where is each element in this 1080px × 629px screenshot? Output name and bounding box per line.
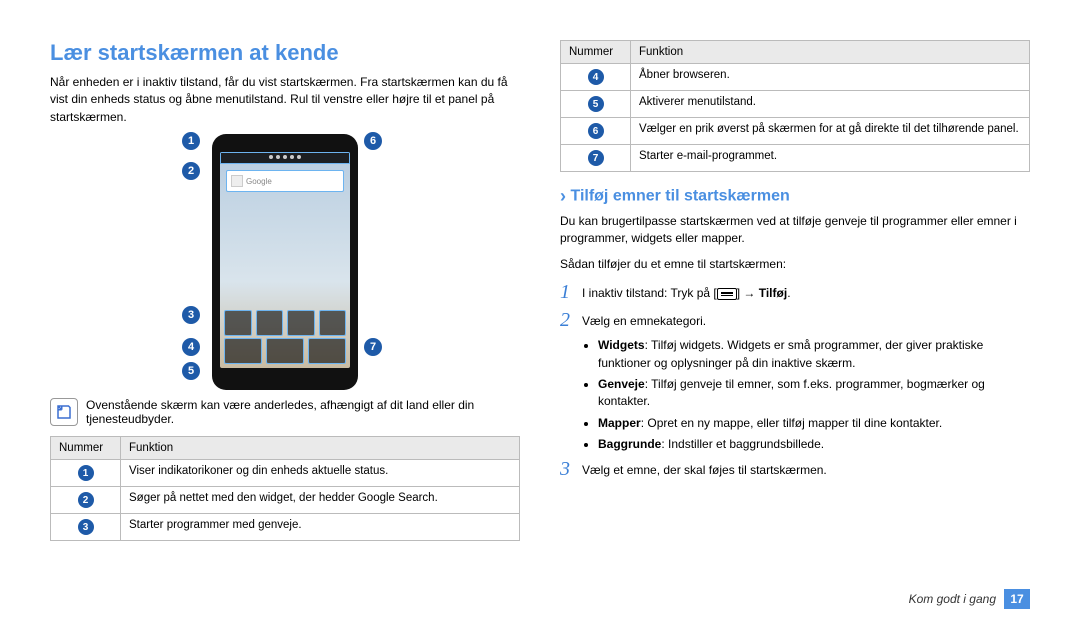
row-number: 7 bbox=[588, 150, 604, 166]
callout-3: 3 bbox=[182, 306, 200, 324]
app-icon bbox=[256, 310, 284, 336]
apps-menu-icon bbox=[266, 338, 304, 364]
step-number-2: 2 bbox=[560, 309, 576, 332]
phone-screen: Google bbox=[220, 152, 350, 368]
step-2: 2 Vælg en emnekategori. bbox=[560, 309, 1030, 333]
subheading: › Tilføj emner til startskærmen bbox=[560, 186, 1030, 207]
step-1-text-b: ] → bbox=[737, 286, 759, 300]
chevron-icon: › bbox=[560, 186, 566, 206]
note: Ovenstående skærm kan være anderledes, a… bbox=[50, 398, 520, 426]
callout-6: 6 bbox=[364, 132, 382, 150]
app-icon bbox=[287, 310, 315, 336]
browser-icon bbox=[224, 338, 262, 364]
row-text: Vælger en prik øverst på skærmen for at … bbox=[631, 118, 1030, 145]
footer-text: Kom godt i gang bbox=[909, 592, 996, 606]
th-number: Nummer bbox=[561, 41, 631, 64]
search-placeholder: Google bbox=[246, 177, 272, 186]
row-text: Aktiverer menutilstand. bbox=[631, 91, 1030, 118]
function-table-left: Nummer Funktion 1 Viser indikatorikoner … bbox=[50, 436, 520, 541]
step-3-text: Vælg et emne, der skal føjes til startsk… bbox=[582, 461, 827, 479]
shortcut-row-1 bbox=[224, 310, 346, 336]
row-number: 6 bbox=[588, 123, 604, 139]
row-number: 3 bbox=[78, 519, 94, 535]
sub-lead: Sådan tilføjer du et emne til startskærm… bbox=[560, 256, 1030, 273]
step-3: 3 Vælg et emne, der skal føjes til start… bbox=[560, 458, 1030, 482]
step-1: 1 I inaktiv tilstand: Tryk på [ ] → Tilfø… bbox=[560, 281, 1030, 305]
row-number: 2 bbox=[78, 492, 94, 508]
note-icon bbox=[50, 398, 78, 426]
note-text: Ovenstående skærm kan være anderledes, a… bbox=[86, 398, 520, 426]
phone-illustration: 1 6 2 3 4 7 5 Google bbox=[50, 134, 520, 390]
step-2-text: Vælg en emnekategori. bbox=[582, 312, 706, 330]
row-text: Viser indikatorikoner og din enheds aktu… bbox=[121, 460, 520, 487]
page-number: 17 bbox=[1004, 589, 1030, 609]
page-footer: Kom godt i gang 17 bbox=[909, 589, 1030, 609]
app-icon bbox=[224, 310, 252, 336]
row-number: 1 bbox=[78, 465, 94, 481]
row-text: Starter e-mail-programmet. bbox=[631, 145, 1030, 172]
th-number: Nummer bbox=[51, 437, 121, 460]
sub-intro: Du kan brugertilpasse startskærmen ved a… bbox=[560, 213, 1030, 248]
intro-text: Når enheden er i inaktiv tilstand, får d… bbox=[50, 74, 520, 126]
callout-4: 4 bbox=[182, 338, 200, 356]
th-function: Funktion bbox=[121, 437, 520, 460]
step-1-bold: Tilføj bbox=[759, 286, 787, 300]
function-table-right: Nummer Funktion 4 Åbner browseren. 5 Akt… bbox=[560, 40, 1030, 172]
step-number-1: 1 bbox=[560, 281, 576, 304]
list-item: Baggrunde: Indstiller et baggrundsbilled… bbox=[598, 436, 1030, 453]
row-text: Søger på nettet med den widget, der hedd… bbox=[121, 487, 520, 514]
callout-5: 5 bbox=[182, 362, 200, 380]
search-widget: Google bbox=[226, 170, 344, 192]
panel-dots bbox=[221, 155, 349, 163]
row-number: 5 bbox=[588, 96, 604, 112]
table-row: 2 Søger på nettet med den widget, der he… bbox=[51, 487, 520, 514]
list-item: Widgets: Tilføj widgets. Widgets er små … bbox=[598, 337, 1030, 372]
table-row: 4 Åbner browseren. bbox=[561, 64, 1030, 91]
table-row: 7 Starter e-mail-programmet. bbox=[561, 145, 1030, 172]
status-bar bbox=[220, 152, 350, 164]
email-icon bbox=[308, 338, 346, 364]
phone-body: Google bbox=[212, 134, 358, 390]
shortcut-row-2 bbox=[224, 338, 346, 364]
callout-7: 7 bbox=[364, 338, 382, 356]
table-row: 5 Aktiverer menutilstand. bbox=[561, 91, 1030, 118]
row-number: 4 bbox=[588, 69, 604, 85]
google-icon bbox=[231, 175, 243, 187]
callout-2: 2 bbox=[182, 162, 200, 180]
app-icon bbox=[319, 310, 347, 336]
page-heading: Lær startskærmen at kende bbox=[50, 40, 520, 66]
step-number-3: 3 bbox=[560, 458, 576, 481]
row-text: Åbner browseren. bbox=[631, 64, 1030, 91]
category-list: Widgets: Tilføj widgets. Widgets er små … bbox=[560, 337, 1030, 453]
callout-1: 1 bbox=[182, 132, 200, 150]
table-row: 6 Vælger en prik øverst på skærmen for a… bbox=[561, 118, 1030, 145]
list-item: Mapper: Opret en ny mappe, eller tilføj … bbox=[598, 415, 1030, 432]
step-1-text-a: I inaktiv tilstand: Tryk på [ bbox=[582, 286, 717, 300]
row-text: Starter programmer med genveje. bbox=[121, 514, 520, 541]
table-row: 3 Starter programmer med genveje. bbox=[51, 514, 520, 541]
th-function: Funktion bbox=[631, 41, 1030, 64]
menu-icon bbox=[717, 288, 737, 300]
list-item: Genveje: Tilføj genveje til emner, som f… bbox=[598, 376, 1030, 411]
table-row: 1 Viser indikatorikoner og din enheds ak… bbox=[51, 460, 520, 487]
